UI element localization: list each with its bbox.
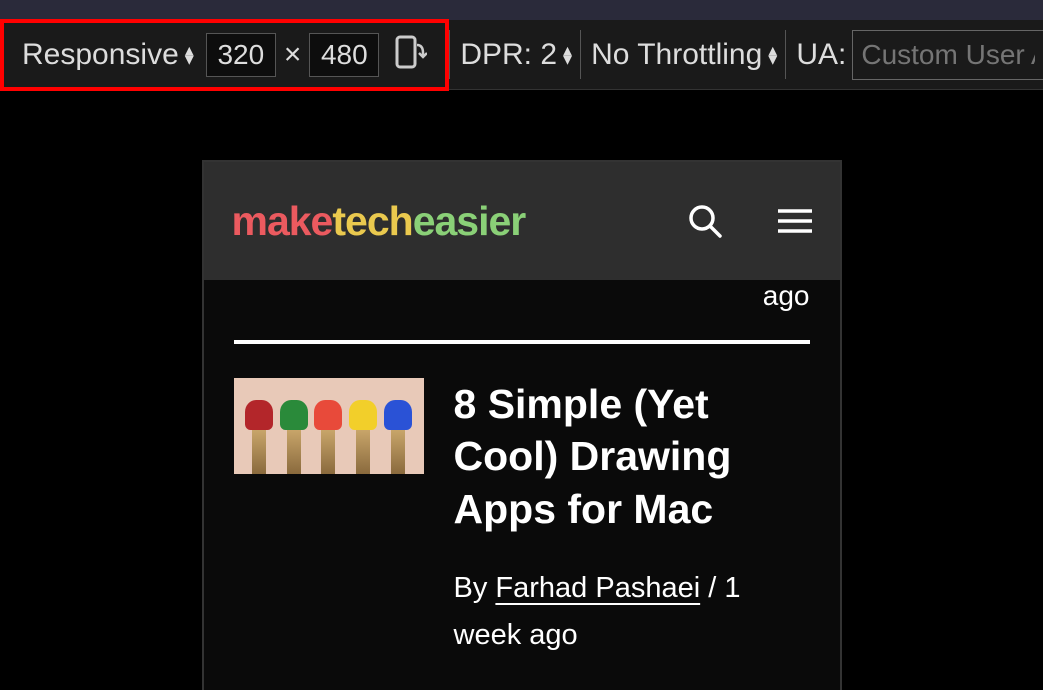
highlighted-region: Responsive ▴▾ × bbox=[0, 19, 449, 91]
paintbrush-icon bbox=[282, 400, 306, 474]
logo-part-tech: tech bbox=[332, 198, 412, 244]
time-fragment: ago bbox=[763, 280, 810, 311]
by-label: By bbox=[454, 572, 496, 604]
search-icon bbox=[686, 202, 724, 240]
previous-article-meta-tail: ago bbox=[204, 280, 840, 340]
search-button[interactable] bbox=[668, 202, 742, 240]
menu-button[interactable] bbox=[742, 208, 812, 234]
paintbrush-icon bbox=[316, 400, 340, 474]
site-header: maketecheasier bbox=[204, 162, 840, 280]
viewport-width-input[interactable] bbox=[206, 33, 276, 77]
device-mode-label: Responsive bbox=[22, 38, 179, 72]
rotate-device-button[interactable] bbox=[383, 33, 437, 77]
viewport-height-input[interactable] bbox=[309, 33, 379, 77]
devtools-responsive-toolbar: Responsive ▴▾ × DPR: 2 ▴▾ No Throttling … bbox=[0, 20, 1043, 90]
device-mode-select[interactable]: Responsive ▴▾ bbox=[12, 23, 202, 87]
user-agent-input[interactable] bbox=[852, 30, 1043, 80]
ua-label: UA: bbox=[796, 38, 846, 72]
site-logo[interactable]: maketecheasier bbox=[232, 198, 668, 245]
paintbrush-icon bbox=[386, 400, 410, 474]
browser-chrome-top bbox=[0, 0, 1043, 20]
paintbrush-icon bbox=[351, 400, 375, 474]
sort-arrows-icon: ▴▾ bbox=[185, 46, 192, 62]
meta-separator: / bbox=[700, 572, 724, 604]
author-link[interactable]: Farhad Pashaei bbox=[495, 572, 700, 604]
hamburger-icon bbox=[778, 208, 812, 234]
dimension-x-separator: × bbox=[280, 38, 306, 72]
device-viewport-area: maketecheasier ago bbox=[0, 90, 1043, 690]
throttling-label: No Throttling bbox=[591, 38, 762, 72]
throttling-select[interactable]: No Throttling ▴▾ bbox=[581, 20, 785, 89]
device-rotate-icon bbox=[393, 33, 427, 77]
logo-part-make: make bbox=[232, 198, 333, 244]
sort-arrows-icon: ▴▾ bbox=[768, 46, 775, 62]
dpr-select[interactable]: DPR: 2 ▴▾ bbox=[450, 20, 580, 89]
article-meta: By Farhad Pashaei / 1 week ago bbox=[454, 565, 810, 658]
logo-part-easier: easier bbox=[413, 198, 526, 244]
dpr-label: DPR: 2 bbox=[460, 38, 557, 72]
simulated-page: maketecheasier ago bbox=[202, 160, 842, 690]
paintbrush-icon bbox=[247, 400, 271, 474]
article-title[interactable]: 8 Simple (Yet Cool) Drawing Apps for Mac bbox=[454, 378, 810, 535]
article-thumbnail[interactable] bbox=[234, 378, 424, 474]
ua-label-wrap: UA: bbox=[786, 20, 852, 89]
article-body: 8 Simple (Yet Cool) Drawing Apps for Mac… bbox=[454, 378, 810, 658]
article-item: 8 Simple (Yet Cool) Drawing Apps for Mac… bbox=[204, 344, 840, 668]
sort-arrows-icon: ▴▾ bbox=[563, 46, 570, 62]
